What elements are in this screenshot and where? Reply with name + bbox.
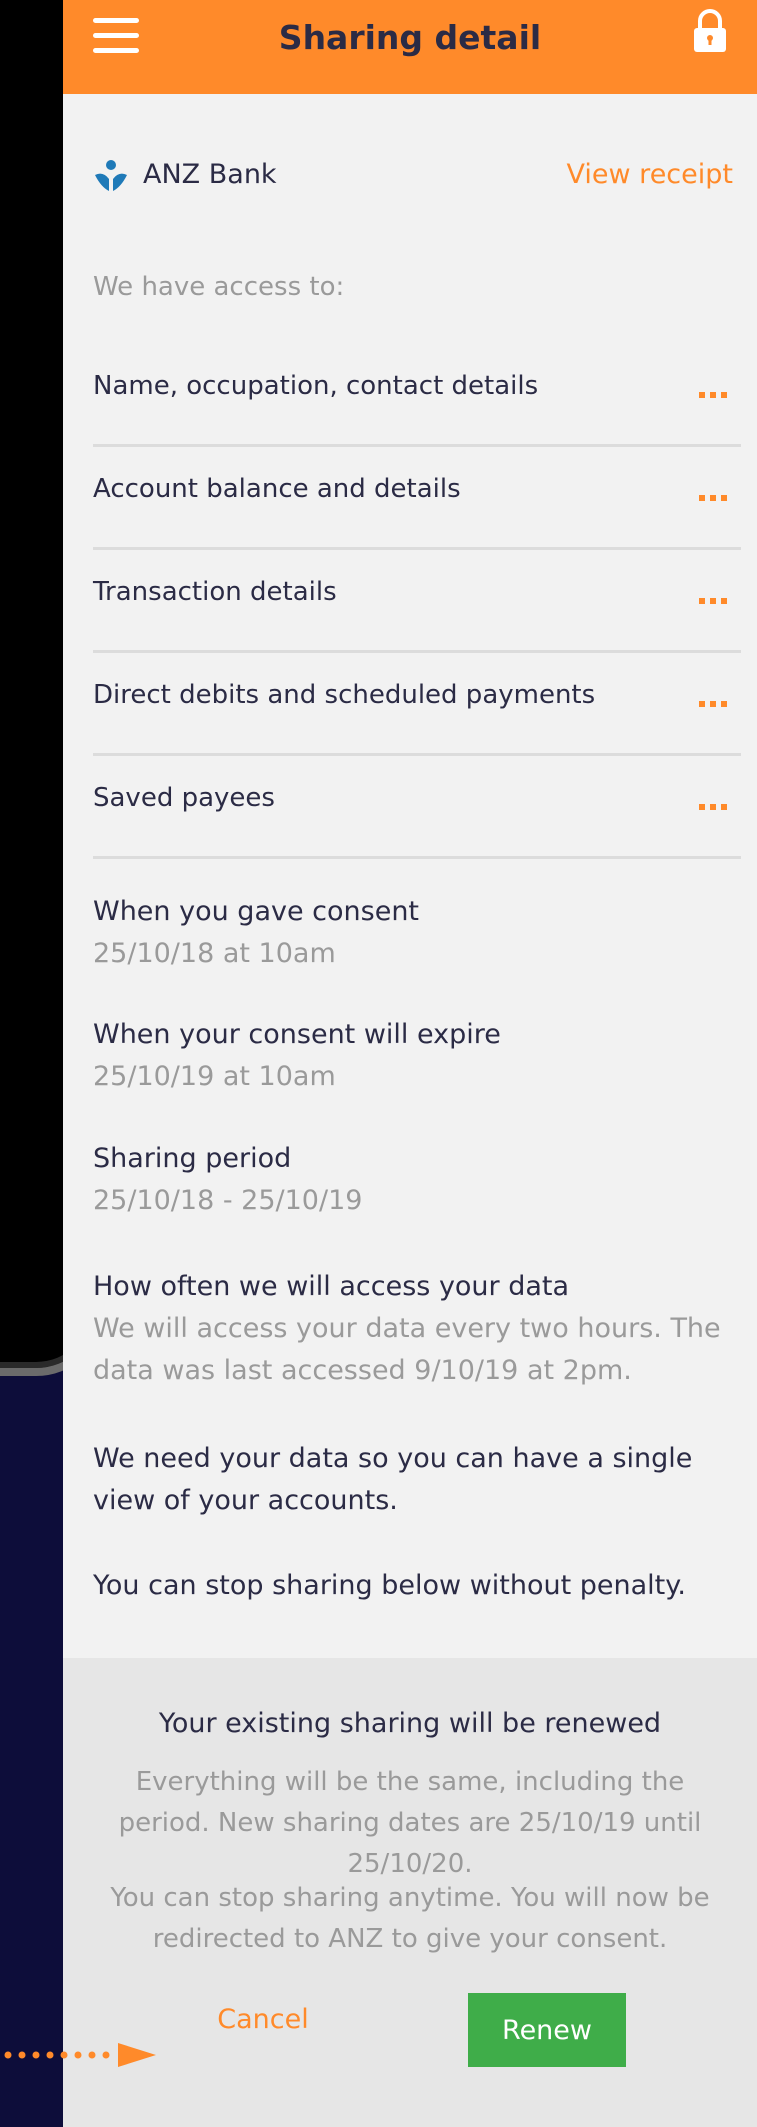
access-item-label: Saved payees [93, 783, 275, 813]
access-item-label: Direct debits and scheduled payments [93, 680, 596, 710]
consent-expire-value: 25/10/19 at 10am [93, 1061, 336, 1092]
renew-title: Your existing sharing will be renewed [158, 1708, 662, 1739]
consent-expire-block: When your consent will expire 25/10/19 a… [93, 1014, 753, 1098]
more-options-icon[interactable] [699, 701, 727, 707]
list-item[interactable]: Transaction details [93, 550, 741, 653]
list-item[interactable]: Saved payees [93, 756, 741, 859]
access-list: Name, occupation, contact details Accoun… [93, 344, 741, 859]
sharing-detail-screen: Sharing detail ANZ Bank View receipt We … [63, 0, 757, 2127]
list-item[interactable]: Name, occupation, contact details [93, 344, 741, 447]
pointer-arrow-icon [4, 2043, 156, 2067]
bank-row: ANZ Bank View receipt [93, 155, 733, 195]
consent-given-title: When you gave consent [93, 896, 420, 927]
anz-logo-icon [95, 160, 127, 191]
access-label: We have access to: [93, 272, 345, 302]
view-receipt-link[interactable]: View receipt [567, 159, 733, 190]
list-item[interactable]: Direct debits and scheduled payments [93, 653, 741, 756]
sharing-period-value: 25/10/18 - 25/10/19 [93, 1185, 363, 1216]
lock-icon[interactable] [691, 8, 729, 54]
more-options-icon[interactable] [699, 598, 727, 604]
access-frequency-block: How often we will access your data We wi… [93, 1266, 753, 1392]
sharing-period-block: Sharing period 25/10/18 - 25/10/19 [93, 1138, 753, 1222]
renew-button[interactable]: Renew [468, 1993, 626, 2067]
more-options-icon[interactable] [699, 392, 727, 398]
need-data-text: We need your data so you can have a sing… [93, 1443, 693, 1516]
renew-panel: Your existing sharing will be renewed Ev… [63, 1658, 757, 2127]
page-title: Sharing detail [278, 18, 542, 57]
renew-redirect-text: You can stop sharing anytime. You will n… [110, 1883, 710, 1954]
app-header: Sharing detail [63, 0, 757, 94]
more-options-icon[interactable] [699, 804, 727, 810]
more-options-icon[interactable] [699, 495, 727, 501]
consent-given-value: 25/10/18 at 10am [93, 938, 336, 969]
sharing-period-title: Sharing period [93, 1143, 292, 1174]
access-frequency-title: How often we will access your data [93, 1271, 570, 1302]
access-item-label: Name, occupation, contact details [93, 371, 539, 401]
cancel-button[interactable]: Cancel [203, 2004, 323, 2048]
consent-expire-title: When your consent will expire [93, 1019, 501, 1050]
stop-sharing-text: You can stop sharing below without penal… [93, 1570, 686, 1601]
renew-dates-text: Everything will be the same, including t… [118, 1767, 702, 1879]
access-frequency-value: We will access your data every two hours… [93, 1313, 721, 1386]
access-item-label: Account balance and details [93, 474, 461, 504]
list-item[interactable]: Account balance and details [93, 447, 741, 550]
bank-name: ANZ Bank [143, 159, 277, 190]
consent-given-block: When you gave consent 25/10/18 at 10am [93, 891, 753, 975]
access-item-label: Transaction details [93, 577, 337, 607]
